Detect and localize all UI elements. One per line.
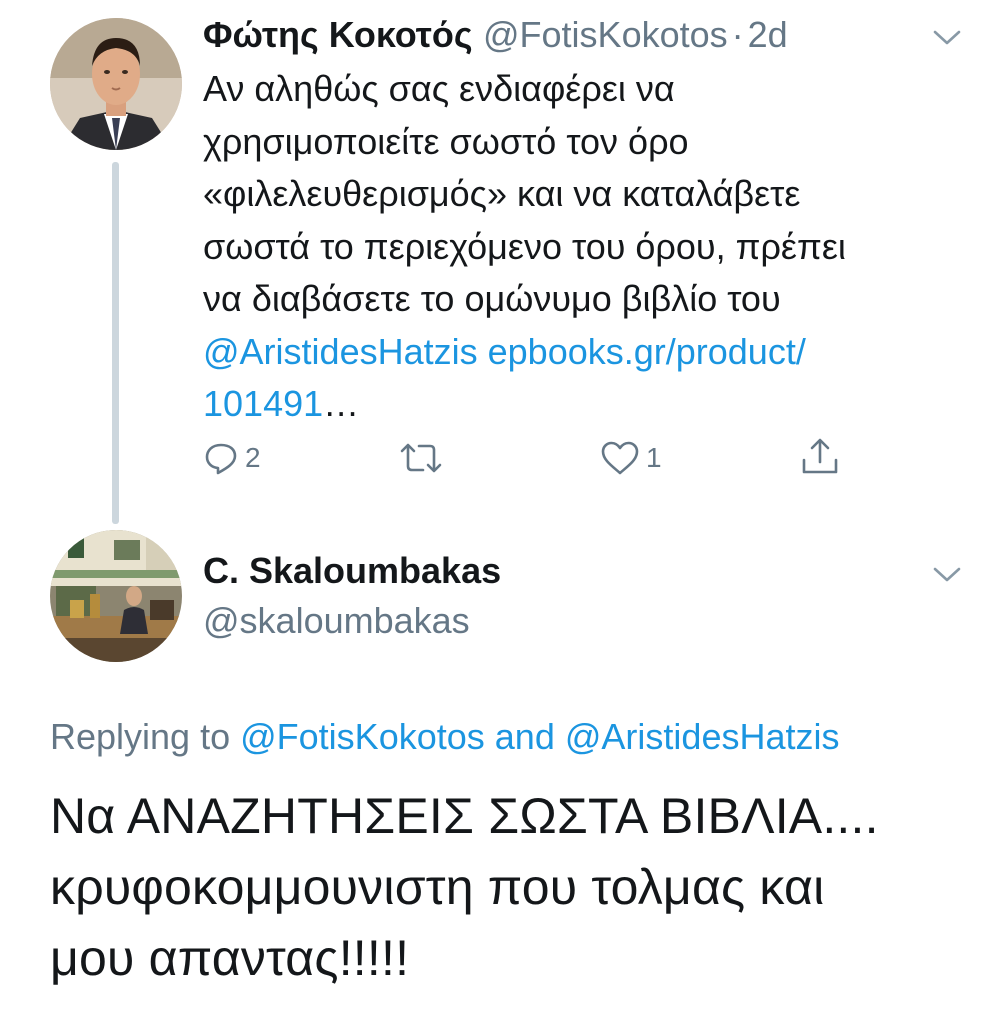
chevron-down-icon bbox=[933, 30, 961, 45]
tweet-line: κρυφοκομμουνιστη που τολμας και bbox=[50, 859, 825, 915]
avatar-skaloumbakas[interactable] bbox=[50, 530, 182, 662]
chevron-down-icon bbox=[933, 567, 961, 582]
tweet-url-line: 101491… bbox=[203, 378, 963, 431]
tweet-line: Να ΑΝΑΖΗΤΗΣΕΙΣ ΣΩΣΤΑ ΒΙΒΛΙΑ.... bbox=[50, 788, 879, 844]
reply-button[interactable]: 2 bbox=[203, 434, 261, 482]
like-button[interactable]: 1 bbox=[600, 434, 662, 482]
tweet1-body: Αν αληθώς σας ενδιαφέρει να χρησιμοποιεί… bbox=[203, 63, 963, 431]
retweet-icon bbox=[400, 443, 442, 473]
tweet-line: μου απαντας!!!!! bbox=[50, 930, 410, 986]
tweet-timestamp[interactable]: 2d bbox=[748, 14, 788, 55]
tweet-line: να διαβάσετε το ομώνυμο βιβλίο του bbox=[203, 278, 781, 319]
author-name[interactable]: Φώτης Κοκοτός bbox=[203, 14, 473, 55]
avatar-skaloumbakas-image bbox=[50, 530, 182, 662]
url-link-part2[interactable]: 101491 bbox=[203, 383, 323, 424]
share-icon bbox=[802, 438, 838, 474]
tweet-line: «φιλελευθερισμός» και να καταλάβετε bbox=[203, 173, 801, 214]
heart-icon bbox=[601, 441, 639, 475]
tweet2-body: Να ΑΝΑΖΗΤΗΣΕΙΣ ΣΩΣΤΑ ΒΙΒΛΙΑ.... κρυφοκομ… bbox=[50, 781, 990, 994]
tweet-links-line: @AristidesHatzis epbooks.gr/product/ bbox=[203, 326, 963, 379]
tweet1-menu-button[interactable] bbox=[932, 28, 962, 48]
replying-and[interactable]: and bbox=[495, 716, 555, 757]
reply-icon bbox=[205, 443, 237, 475]
header-separator: · bbox=[731, 14, 744, 55]
tweet1-header: Φώτης Κοκοτός @FotisKokotos · 2d bbox=[203, 14, 788, 56]
author-name[interactable]: C. Skaloumbakas bbox=[203, 550, 501, 592]
author-handle[interactable]: @FotisKokotos bbox=[483, 14, 728, 55]
replying-user-link[interactable]: @AristidesHatzis bbox=[565, 716, 840, 757]
tweet-line: χρησιμοποιείτε σωστό τον όρο bbox=[203, 120, 689, 162]
tweet-line: σωστά το περιεχόμενο του όρου, πρέπει bbox=[203, 225, 846, 267]
author-handle[interactable]: @skaloumbakas bbox=[203, 600, 470, 642]
share-button[interactable] bbox=[800, 432, 840, 480]
retweet-button[interactable] bbox=[398, 434, 444, 482]
avatar-fotis[interactable] bbox=[50, 18, 182, 150]
replying-user-link[interactable]: @FotisKokotos bbox=[240, 716, 485, 757]
url-ellipsis: … bbox=[323, 383, 360, 424]
avatar-fotis-image bbox=[50, 18, 182, 150]
replying-prefix: Replying to bbox=[50, 716, 231, 757]
like-count: 1 bbox=[646, 442, 662, 473]
tweet-line: Αν αληθώς σας ενδιαφέρει να bbox=[203, 68, 675, 109]
mention-link[interactable]: @AristidesHatzis bbox=[203, 331, 478, 372]
url-link-part1[interactable]: epbooks.gr/product/ bbox=[488, 331, 806, 372]
tweet2-menu-button[interactable] bbox=[932, 565, 962, 585]
thread-line bbox=[112, 162, 119, 524]
replying-to: Replying to @FotisKokotos and @Aristides… bbox=[50, 716, 839, 758]
reply-count: 2 bbox=[245, 442, 261, 473]
